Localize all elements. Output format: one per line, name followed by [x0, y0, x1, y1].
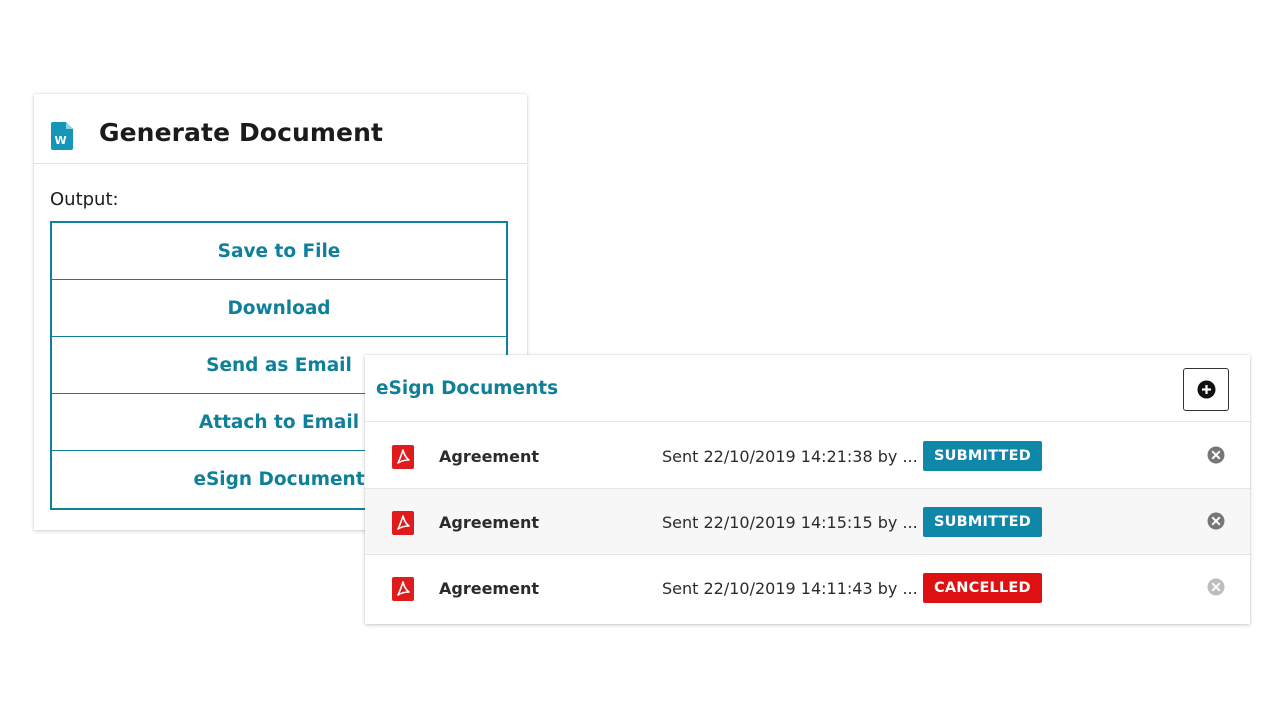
- status-badge: SUBMITTED: [923, 507, 1042, 537]
- status-badge: CANCELLED: [923, 573, 1042, 603]
- esign-documents-header: eSign Documents: [365, 355, 1250, 422]
- download-button[interactable]: Download: [52, 280, 506, 337]
- document-name[interactable]: Agreement: [439, 513, 539, 532]
- pdf-file-icon: [392, 445, 414, 469]
- output-label: Output:: [50, 189, 119, 210]
- document-name[interactable]: Agreement: [439, 447, 539, 466]
- esign-row: Agreement Sent 22/10/2019 14:15:15 by ..…: [365, 489, 1250, 555]
- word-document-icon: W: [51, 122, 73, 150]
- remove-circle-icon[interactable]: [1207, 446, 1225, 464]
- remove-circle-icon[interactable]: [1207, 512, 1225, 530]
- pdf-file-icon: [392, 511, 414, 535]
- esign-row: Agreement Sent 22/10/2019 14:21:38 by ..…: [365, 423, 1250, 489]
- save-to-file-button[interactable]: Save to File: [52, 223, 506, 280]
- document-sent-info: Sent 22/10/2019 14:15:15 by ...: [662, 513, 918, 532]
- esign-documents-panel: eSign Documents Agreement Sent 22/10/201…: [365, 355, 1250, 624]
- svg-text:W: W: [55, 134, 67, 147]
- esign-documents-title: eSign Documents: [376, 378, 559, 399]
- document-sent-info: Sent 22/10/2019 14:21:38 by ...: [662, 447, 918, 466]
- add-esign-document-button[interactable]: [1183, 368, 1229, 411]
- pdf-file-icon: [392, 577, 414, 601]
- remove-circle-icon[interactable]: [1207, 578, 1225, 596]
- document-name[interactable]: Agreement: [439, 579, 539, 598]
- document-sent-info: Sent 22/10/2019 14:11:43 by ...: [662, 579, 918, 598]
- status-badge: SUBMITTED: [923, 441, 1042, 471]
- plus-circle-icon: [1197, 380, 1216, 399]
- esign-row: Agreement Sent 22/10/2019 14:11:43 by ..…: [365, 555, 1250, 621]
- generate-document-header: W Generate Document: [34, 94, 527, 164]
- generate-document-title: Generate Document: [99, 118, 384, 147]
